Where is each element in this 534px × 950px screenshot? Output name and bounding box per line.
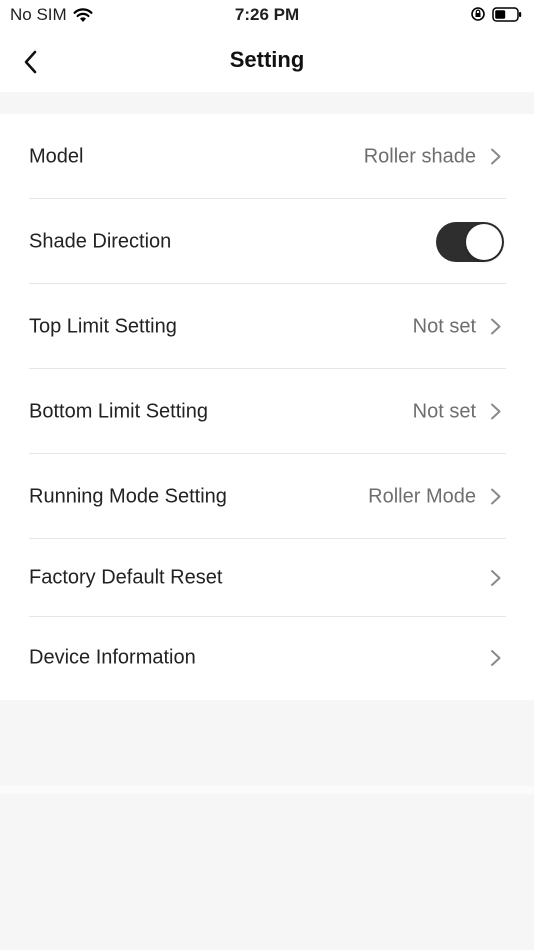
- running-mode-label: Running Mode Setting: [29, 485, 227, 507]
- chevron-right-icon: [491, 570, 501, 586]
- nav-bar: Setting: [0, 32, 534, 92]
- setting-row-factory-reset[interactable]: Factory Default Reset: [0, 539, 534, 617]
- chevron-right-icon: [491, 148, 501, 165]
- settings-list: Model Roller shade Shade Direction Top L…: [0, 114, 534, 699]
- bottom-limit-right: Not set: [413, 400, 502, 423]
- model-right: Roller shade: [364, 145, 502, 168]
- model-label: Model: [29, 145, 84, 167]
- status-right: [470, 6, 522, 22]
- empty-bottom-area: [0, 700, 534, 950]
- running-mode-right: Roller Mode: [368, 485, 502, 508]
- page-title: Setting: [229, 47, 305, 72]
- top-limit-label: Top Limit Setting: [29, 315, 177, 337]
- setting-row-model[interactable]: Model Roller shade: [0, 114, 534, 199]
- status-time: 7:26 PM: [234, 5, 300, 24]
- bottom-limit-label: Bottom Limit Setting: [29, 400, 208, 422]
- running-mode-value: Roller Mode: [368, 485, 476, 507]
- status-bar: No SIM 7:26 PM: [0, 0, 534, 32]
- setting-row-bottom-limit[interactable]: Bottom Limit Setting Not set: [0, 369, 534, 454]
- factory-reset-right: [490, 569, 502, 587]
- chevron-right-icon: [491, 488, 501, 505]
- device-info-right: [490, 649, 502, 667]
- setting-row-top-limit[interactable]: Top Limit Setting Not set: [0, 284, 534, 369]
- setting-row-running-mode[interactable]: Running Mode Setting Roller Mode: [0, 454, 534, 539]
- top-limit-right: Not set: [413, 315, 502, 338]
- chevron-right-icon: [491, 318, 501, 335]
- shade-direction-toggle[interactable]: [436, 221, 504, 262]
- chevron-right-icon: [491, 650, 501, 666]
- toggle-knob: [466, 223, 502, 260]
- orientation-lock-icon: [471, 7, 485, 21]
- chevron-right-icon: [491, 403, 501, 420]
- setting-row-device-info[interactable]: Device Information: [0, 617, 534, 699]
- section-spacer: [0, 92, 534, 114]
- factory-reset-label: Factory Default Reset: [29, 566, 223, 589]
- setting-row-shade-direction: Shade Direction: [0, 199, 534, 284]
- shade-direction-label: Shade Direction: [29, 230, 172, 252]
- model-value: Roller shade: [363, 145, 476, 167]
- battery-icon: [492, 6, 522, 22]
- device-info-label: Device Information: [29, 646, 196, 669]
- bottom-divider: [0, 786, 534, 794]
- top-limit-value: Not set: [412, 315, 476, 337]
- bottom-limit-value: Not set: [412, 400, 476, 422]
